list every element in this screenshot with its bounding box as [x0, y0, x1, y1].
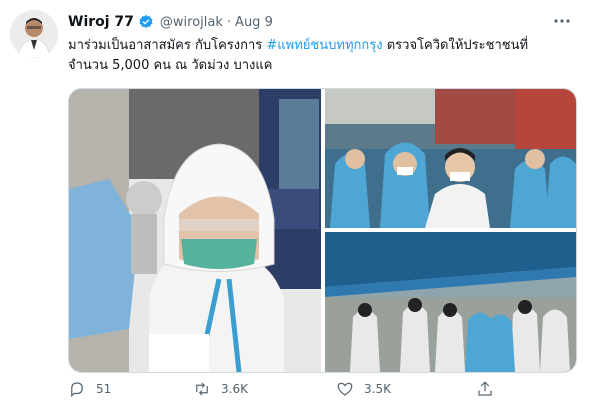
- author-handle[interactable]: @wirojlak: [160, 15, 223, 30]
- avatar-image: [10, 10, 58, 58]
- tweet-text: มาร่วมเป็นอาสาสมัคร กับโครงการ #แพทย์ชนบ…: [68, 36, 578, 76]
- verified-badge-icon: [138, 14, 154, 30]
- tweet-header: Wiroj 77 @wirojlak · Aug 9: [68, 12, 273, 32]
- retweet-button[interactable]: 3.6K: [193, 380, 248, 398]
- reply-icon: [71, 382, 83, 398]
- separator-dot: ·: [226, 14, 232, 30]
- tweet-text-line2: จำนวน 5,000 คน ณ วัดม่วง บางแค: [68, 58, 273, 73]
- share-button[interactable]: [476, 380, 504, 398]
- reply-count: 51: [96, 382, 112, 396]
- like-icon: [337, 382, 353, 396]
- media-photo-3[interactable]: [325, 232, 576, 372]
- retweet-icon: [196, 382, 208, 396]
- reply-button[interactable]: 51: [68, 380, 111, 398]
- like-count: 3.5K: [364, 382, 391, 396]
- share-icon: [478, 381, 492, 396]
- tweet-text-part2: ตรวจโควิดให้ประชาชนที่: [382, 38, 529, 53]
- tweet-actions: 51 3.6K 3.5K: [68, 380, 508, 404]
- tweet-text-part1: มาร่วมเป็นอาสาสมัคร กับโครงการ: [68, 38, 267, 53]
- hashtag-link[interactable]: #แพทย์ชนบททุกกรุง: [266, 38, 382, 53]
- retweet-count: 3.6K: [221, 382, 248, 396]
- like-button[interactable]: 3.5K: [336, 380, 391, 398]
- media-photo-2[interactable]: [325, 89, 576, 228]
- avatar[interactable]: [10, 10, 58, 58]
- tweet-date[interactable]: Aug 9: [235, 15, 273, 30]
- more-options-icon[interactable]: [553, 12, 571, 30]
- media-grid: [68, 88, 577, 373]
- author-name[interactable]: Wiroj 77: [68, 14, 134, 30]
- media-photo-1[interactable]: [69, 89, 321, 372]
